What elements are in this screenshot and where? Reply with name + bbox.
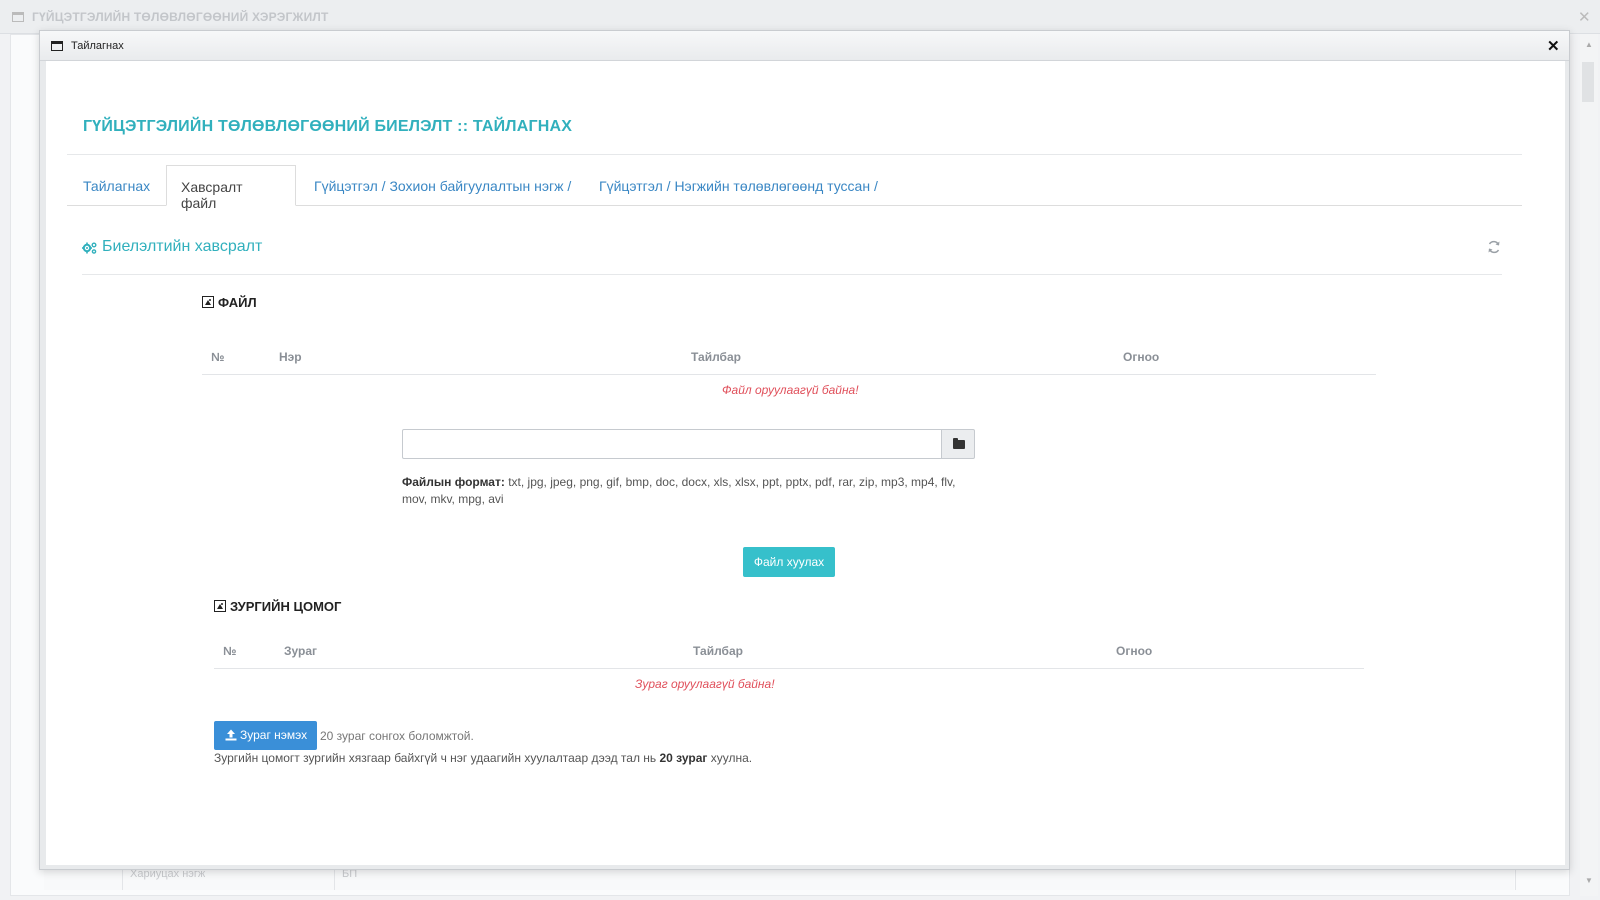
page-title: ГҮЙЦЭТГЭЛИЙН ТӨЛӨВЛӨГӨӨНИЙ БИЕЛЭЛТ :: ТА… [83,118,573,135]
gallery-note-prefix: Зургийн цомогт зургийн хязгаар байхгүй ч… [214,751,660,765]
column-header-number: № [223,644,237,658]
report-modal: Тайлагнах ✕ ГҮЙЦЭТГЭЛИЙН ТӨЛӨВЛӨГӨӨНИЙ Б… [39,30,1570,870]
add-image-button[interactable]: Зураг нэмэх [214,721,317,750]
modal-titlebar[interactable]: Тайлагнах ✕ [40,31,1569,61]
upload-file-button[interactable]: Файл хуулах [743,547,835,577]
modal-close-icon[interactable]: ✕ [1547,37,1560,55]
folder-open-icon [953,438,965,449]
section-title: Биелэлтийн хавсралт [102,238,263,255]
column-header-description: Тайлбар [691,350,741,364]
modal-content: ГҮЙЦЭТГЭЛИЙН ТӨЛӨВЛӨГӨӨНИЙ БИЕЛЭЛТ :: ТА… [46,61,1565,865]
window-icon [12,12,24,22]
column-header-name: Нэр [279,350,302,364]
column-header-description: Тайлбар [693,644,743,658]
gallery-section-title: ЗУРГИЙН ЦОМОГ [230,599,342,614]
gallery-note: Зургийн цомогт зургийн хязгаар байхгүй ч… [214,751,752,765]
tab-bar: Тайлагнах Хавсралт файл Гүйцэтгэл / Зохи… [67,165,1522,211]
window-icon [51,41,63,51]
background-window-title: ГҮЙЦЭТГЭЛИЙН ТӨЛӨВЛӨГӨӨНИЙ ХЭРЭГЖИЛТ [32,10,329,24]
file-section-title: ФАЙЛ [218,295,257,310]
gallery-empty-message: Зураг оруулаагүй байна! [635,677,775,691]
column-header-image: Зураг [284,644,318,658]
modal-title: Тайлагнах [71,40,124,52]
tab-attachment-file[interactable]: Хавсралт файл [166,165,296,211]
tab-performance-unit-plan[interactable]: Гүйцэтгэл / Нэгжийн төлөвлөгөөнд туссан … [599,165,878,206]
column-header-number: № [211,350,225,364]
divider [67,154,1522,155]
file-empty-message: Файл оруулаагүй байна! [722,383,859,397]
tab-report[interactable]: Тайлагнах [83,165,150,206]
picture-icon [214,600,226,612]
background-scrollbar-thumb[interactable] [1582,62,1594,102]
tab-performance-org-unit[interactable]: Гүйцэтгэл / Зохион байгуулалтын нэгж / [314,165,571,206]
file-format-label: Файлын формат: [402,475,505,489]
scroll-up-icon[interactable]: ▲ [1585,40,1593,49]
background-titlebar: ГҮЙЦЭТГЭЛИЙН ТӨЛӨВЛӨГӨӨНИЙ ХЭРЭГЖИЛТ ✕ [0,0,1600,34]
divider [82,274,1502,275]
gallery-note-bold: 20 зураг [659,751,708,765]
column-header-date: Огноо [1116,644,1153,658]
file-path-input[interactable] [402,429,942,459]
background-close-icon[interactable]: ✕ [1578,8,1591,26]
refresh-icon[interactable] [1487,240,1501,254]
add-image-label: Зураг нэмэх [240,728,308,742]
table-header-rule [202,374,1376,375]
upload-icon [225,729,237,741]
picture-icon [202,296,214,308]
gallery-note-suffix: хуулна. [707,751,753,765]
background-scrollbar[interactable] [1580,34,1598,896]
add-image-hint: 20 зураг сонгох боломжтой. [320,729,474,743]
column-header-date: Огноо [1123,350,1160,364]
browse-file-button[interactable] [941,429,975,459]
scroll-down-icon[interactable]: ▼ [1585,876,1593,885]
cogs-icon [82,242,97,254]
file-format-info: Файлын формат: txt, jpg, jpeg, png, gif,… [402,474,982,508]
table-header-rule [214,668,1364,669]
